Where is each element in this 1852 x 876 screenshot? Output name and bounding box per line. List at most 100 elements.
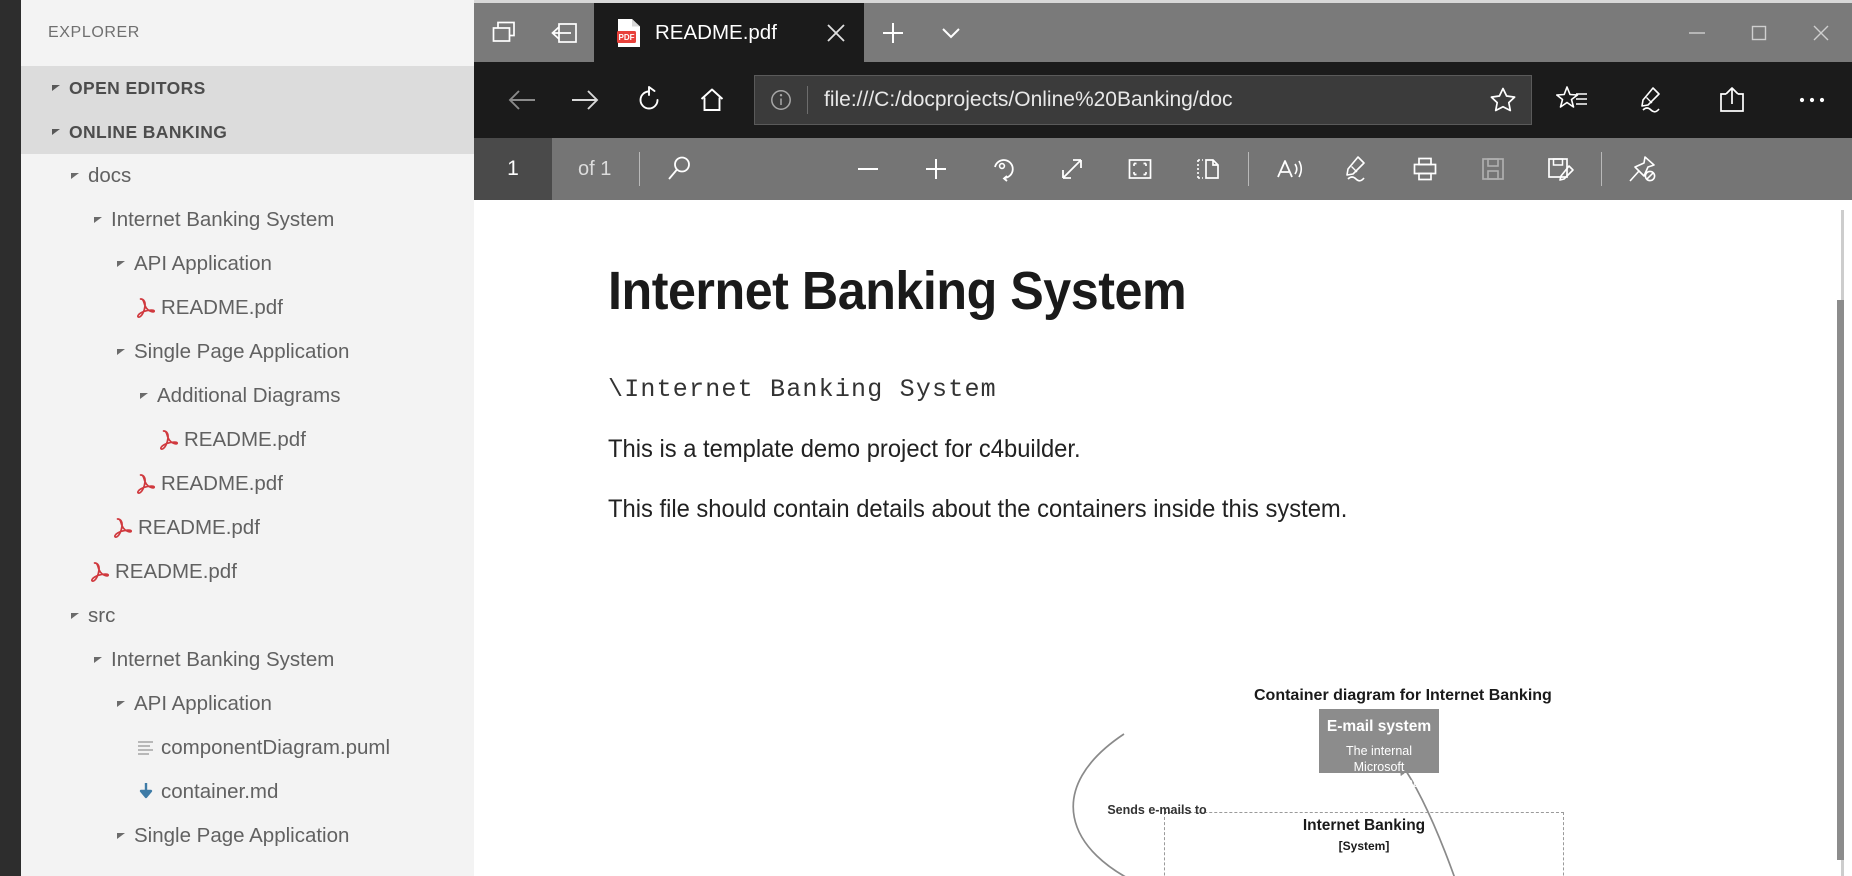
chevron-down-icon [43, 82, 69, 94]
tab-strip: PDF README.pdf [474, 0, 1852, 62]
tree-item-readme-pdf[interactable]: README.pdf [21, 418, 474, 462]
hub-favorites-icon[interactable] [1532, 62, 1612, 138]
file-tree: docs Internet Banking System API Applicati… [21, 154, 474, 858]
pdf-document-content: Internet Banking System \Internet Bankin… [474, 200, 1852, 524]
minimize-button[interactable] [1666, 3, 1728, 62]
pdf-page-viewport: Internet Banking System \Internet Bankin… [474, 200, 1852, 876]
more-icon[interactable] [1772, 62, 1852, 138]
edge-label-text: Sends e-mails to [1107, 803, 1207, 817]
tree-item-label: API Application [134, 252, 272, 275]
chevron-down-icon[interactable] [108, 698, 134, 710]
tree-item-label: README.pdf [161, 472, 283, 495]
pdf-file-icon: PDF [612, 18, 646, 48]
draw-icon[interactable] [1323, 138, 1391, 200]
tree-item-container-md[interactable]: container.md [21, 770, 474, 814]
c4-container-diagram: Container diagram for Internet Banking I… [974, 687, 1774, 876]
tree-item-internet-banking-system[interactable]: Internet Banking System [21, 198, 474, 242]
unpin-toolbar-icon[interactable] [1608, 138, 1676, 200]
document-paragraph: This is a template demo project for c4bu… [608, 435, 1081, 463]
chevron-down-icon[interactable] [108, 346, 134, 358]
tree-item-readme-pdf[interactable]: README.pdf [21, 462, 474, 506]
node-name: E-mail system [1326, 718, 1432, 735]
activity-bar[interactable] [0, 0, 21, 876]
tree-item-readme-pdf[interactable]: README.pdf [21, 506, 474, 550]
vscode-window: EXPLORER OPEN EDITORS ONLINE BANKING doc… [0, 0, 474, 876]
search-icon[interactable] [646, 138, 714, 200]
address-input-wrapper[interactable]: file:///C:/docprojects/Online%20Banking/… [754, 75, 1532, 125]
page-number-input[interactable]: 1 [474, 138, 552, 200]
forward-arrow-icon[interactable] [554, 62, 618, 138]
sidebar-section-open-editors[interactable]: OPEN EDITORS [21, 66, 474, 110]
window-controls [1666, 3, 1852, 62]
back-arrow-icon[interactable] [490, 62, 554, 138]
address-bar: file:///C:/docprojects/Online%20Banking/… [474, 62, 1852, 138]
chevron-down-icon[interactable] [85, 654, 111, 666]
chevron-down-icon[interactable] [85, 214, 111, 226]
refresh-icon[interactable] [617, 62, 681, 138]
tree-item-label: README.pdf [115, 560, 237, 583]
tree-item-readme-pdf[interactable]: README.pdf [21, 550, 474, 594]
md-file-icon [131, 781, 161, 803]
tree-item-src[interactable]: src [21, 594, 474, 638]
tree-item-internet-banking-system[interactable]: Internet Banking System [21, 638, 474, 682]
tree-item-label: README.pdf [161, 296, 283, 319]
chevron-down-icon[interactable] [62, 610, 88, 622]
tree-item-label: Additional Diagrams [157, 384, 341, 407]
tree-item-api-application[interactable]: API Application [21, 682, 474, 726]
explorer-sections: OPEN EDITORS ONLINE BANKING [21, 66, 474, 154]
browser-tab-readme[interactable]: PDF README.pdf [594, 3, 864, 62]
tree-item-label: README.pdf [184, 428, 306, 451]
divider [1248, 152, 1250, 186]
pdf-toolbar: 1 of 1 [474, 138, 1852, 200]
scrollbar-thumb[interactable] [1837, 300, 1844, 860]
tree-item-label: src [88, 604, 116, 627]
sidebar-section-label: OPEN EDITORS [69, 77, 206, 98]
fit-to-page-icon[interactable] [1106, 138, 1174, 200]
read-aloud-icon[interactable] [1255, 138, 1323, 200]
application-window: EXPLORER OPEN EDITORS ONLINE BANKING doc… [0, 0, 1852, 876]
tree-item-componentdiagram-puml[interactable]: componentDiagram.puml [21, 726, 474, 770]
page-title: Internet Banking System [608, 261, 1187, 321]
tree-item-label: docs [88, 164, 132, 187]
rotate-icon[interactable] [970, 138, 1038, 200]
info-icon[interactable] [755, 88, 807, 112]
close-button[interactable] [1790, 3, 1852, 62]
tree-item-docs[interactable]: docs [21, 154, 474, 198]
print-icon[interactable] [1391, 138, 1459, 200]
chevron-down-icon[interactable] [131, 390, 157, 402]
tab-title: README.pdf [655, 20, 777, 44]
home-icon[interactable] [681, 62, 745, 138]
new-tab-button[interactable] [864, 3, 922, 62]
zoom-out-icon[interactable] [834, 138, 902, 200]
sidebar-section-online-banking[interactable]: ONLINE BANKING [21, 110, 474, 154]
tree-item-label: componentDiagram.puml [161, 736, 391, 759]
explorer-pane: EXPLORER OPEN EDITORS ONLINE BANKING doc… [21, 0, 474, 876]
chevron-down-icon[interactable] [108, 258, 134, 270]
tree-item-single-page-application[interactable]: Single Page Application [21, 330, 474, 374]
address-input[interactable]: file:///C:/docprojects/Online%20Banking/… [808, 88, 1475, 112]
fit-to-width-icon[interactable] [1038, 138, 1106, 200]
close-icon[interactable] [808, 22, 864, 44]
share-icon[interactable] [1692, 62, 1772, 138]
pdf-file-icon [131, 473, 161, 495]
pdf-scrollbar[interactable] [1837, 210, 1844, 876]
svg-text:PDF: PDF [619, 33, 635, 42]
tree-item-label: Internet Banking System [111, 648, 335, 671]
tree-item-single-page-application[interactable]: Single Page Application [21, 814, 474, 858]
tab-preview-icon[interactable] [474, 3, 534, 62]
tree-item-api-application[interactable]: API Application [21, 242, 474, 286]
web-note-icon[interactable] [1612, 62, 1692, 138]
set-aside-tabs-icon[interactable] [534, 3, 594, 62]
tree-item-readme-pdf[interactable]: README.pdf [21, 286, 474, 330]
chevron-down-icon[interactable] [62, 170, 88, 182]
maximize-button[interactable] [1728, 3, 1790, 62]
browser-toolbar [1532, 62, 1852, 138]
save-as-icon[interactable] [1527, 138, 1595, 200]
tree-item-additional-diagrams[interactable]: Additional Diagrams [21, 374, 474, 418]
chevron-down-icon[interactable] [108, 830, 134, 842]
pdf-file-icon [108, 517, 138, 539]
page-layout-icon[interactable] [1174, 138, 1242, 200]
chevron-down-icon[interactable] [922, 3, 980, 62]
star-icon[interactable] [1475, 86, 1531, 114]
zoom-in-icon[interactable] [902, 138, 970, 200]
